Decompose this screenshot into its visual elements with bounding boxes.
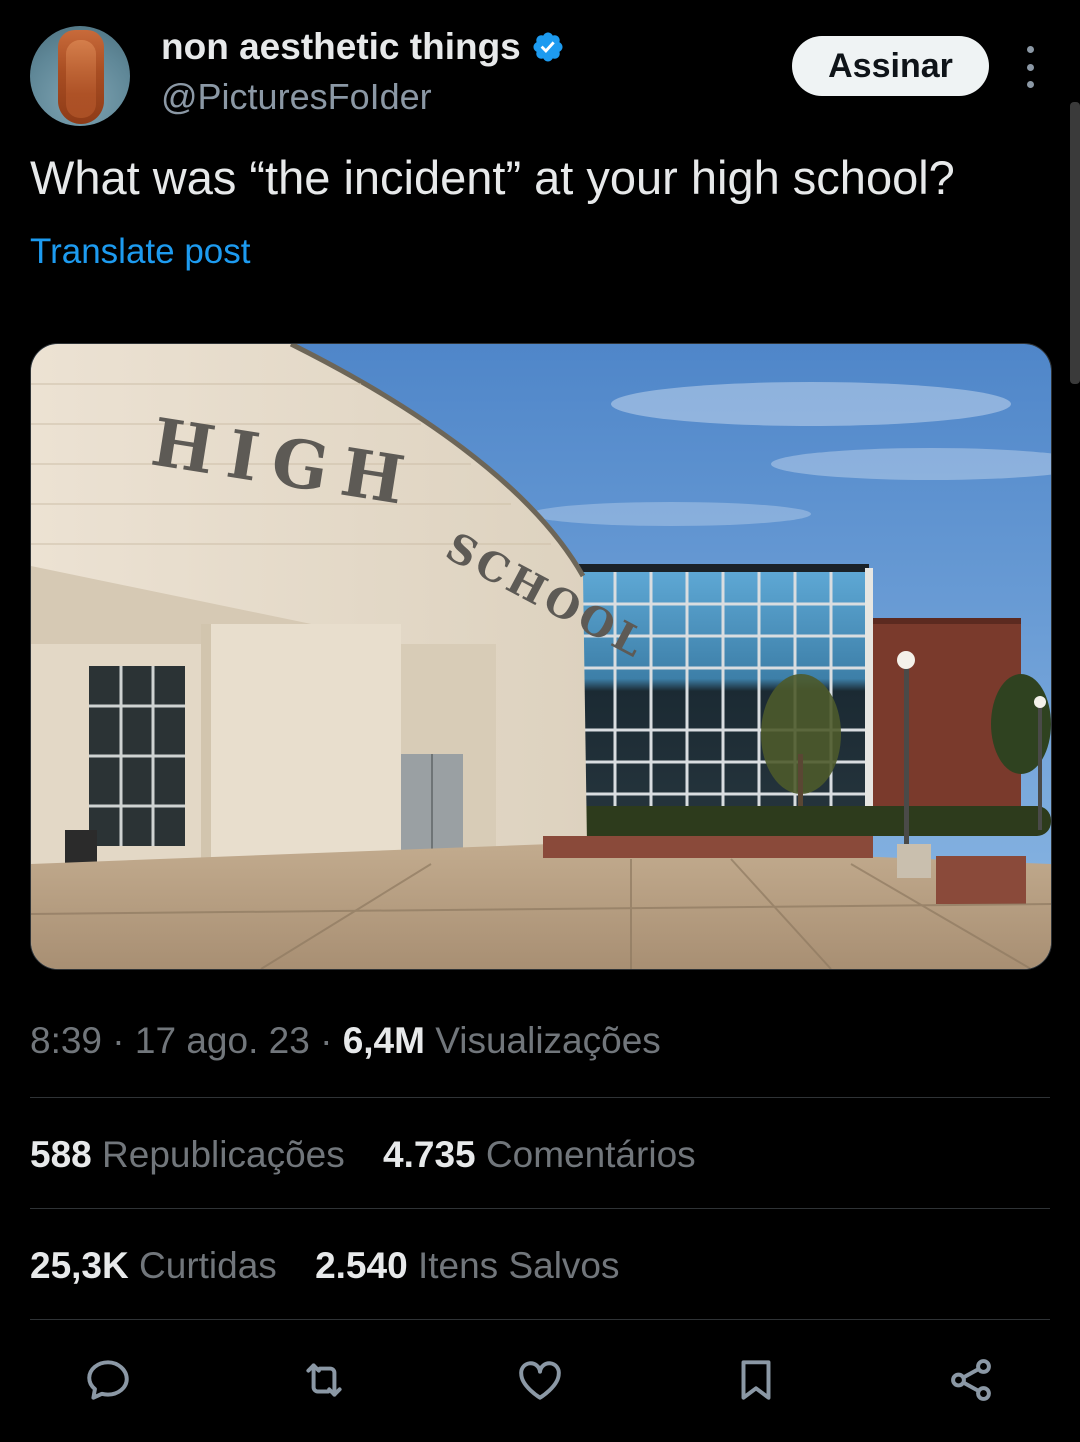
avatar[interactable] <box>30 26 130 126</box>
comments-label: Comentários <box>485 1134 696 1175</box>
tweet-image[interactable]: HIGH SCHOOL <box>30 343 1052 970</box>
stats-row-2: 25,3K Curtidas 2.540 Itens Salvos <box>30 1245 648 1287</box>
saves-label: Itens Salvos <box>417 1245 620 1286</box>
comments-stat[interactable]: 4.735 Comentários <box>383 1134 696 1175</box>
divider <box>30 1097 1050 1098</box>
tweet-date: 17 ago. 23 <box>134 1020 310 1061</box>
translate-post-link[interactable]: Translate post <box>30 232 250 272</box>
stats-row-1: 588 Republicações 4.735 Comentários <box>30 1134 724 1176</box>
reposts-stat[interactable]: 588 Republicações <box>30 1134 355 1175</box>
meta-separator: · <box>112 1020 125 1061</box>
repost-icon[interactable] <box>298 1354 350 1406</box>
subscribe-button[interactable]: Assinar <box>792 36 989 96</box>
author-handle[interactable]: @PicturesFoIder <box>161 76 432 118</box>
like-icon[interactable] <box>514 1354 566 1406</box>
author-name[interactable]: non aesthetic things <box>161 26 565 68</box>
avatar-hair-highlight <box>66 40 96 118</box>
reposts-label: Republicações <box>102 1134 345 1175</box>
likes-count: 25,3K <box>30 1245 129 1286</box>
share-icon[interactable] <box>945 1354 997 1406</box>
more-options-icon[interactable] <box>1016 46 1044 88</box>
tweet-time: 8:39 <box>30 1020 103 1061</box>
high-school-photo: HIGH SCHOOL <box>31 344 1051 969</box>
verified-badge-icon <box>533 32 563 62</box>
saves-stat[interactable]: 2.540 Itens Salvos <box>315 1245 619 1286</box>
tweet-detail: non aesthetic things @PicturesFoIder Ass… <box>0 0 1080 1442</box>
reposts-count: 588 <box>30 1134 92 1175</box>
tweet-timestamp: 8:39 · 17 ago. 23 · 6,4M Visualizações <box>30 1020 661 1062</box>
divider <box>30 1208 1050 1209</box>
author-name-text: non aesthetic things <box>161 26 521 67</box>
comments-count: 4.735 <box>383 1134 476 1175</box>
views-label: Visualizações <box>435 1020 661 1061</box>
likes-stat[interactable]: 25,3K Curtidas <box>30 1245 287 1286</box>
reply-icon[interactable] <box>82 1354 134 1406</box>
saves-count: 2.540 <box>315 1245 408 1286</box>
tweet-text: What was “the incident” at your high sch… <box>30 151 955 204</box>
views-count: 6,4M <box>342 1020 425 1061</box>
likes-label: Curtidas <box>139 1245 277 1286</box>
divider <box>30 1319 1050 1320</box>
meta-separator: · <box>320 1020 333 1061</box>
bookmark-icon[interactable] <box>730 1354 782 1406</box>
scrollbar[interactable] <box>1070 102 1080 384</box>
